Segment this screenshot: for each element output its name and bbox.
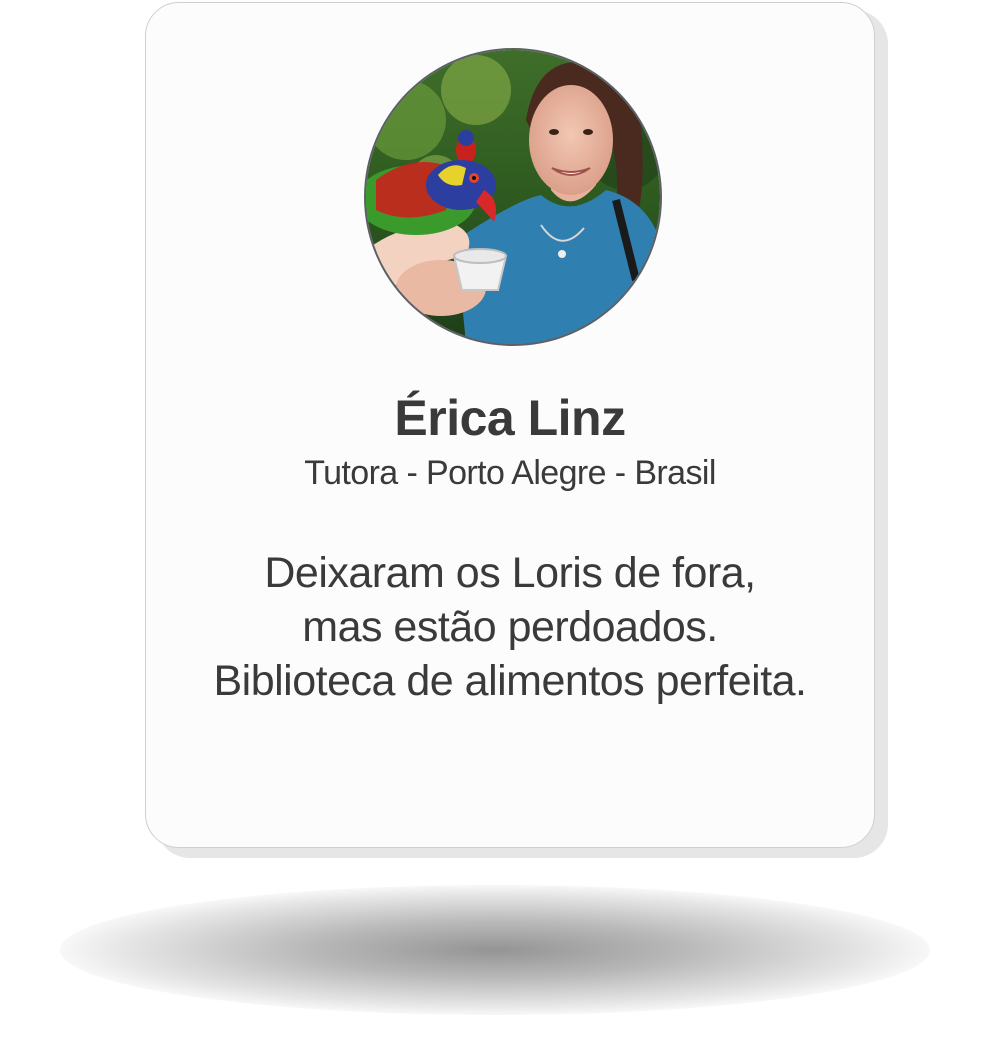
person-role: Tutora - Porto Alegre - Brasil <box>304 454 716 492</box>
quote-line: mas estão perdoados. <box>302 603 718 651</box>
person-name: Érica Linz <box>394 390 626 446</box>
avatar-photo <box>366 50 660 344</box>
quote-line: Biblioteca de alimentos perfeita. <box>213 657 807 705</box>
quote-line: Deixaram os Loris de fora, <box>264 549 756 597</box>
avatar <box>366 50 660 344</box>
testimonial-quote: Deixaram os Loris de fora, mas estão per… <box>145 546 875 708</box>
testimonial-stage: Érica Linz Tutora - Porto Alegre - Brasi… <box>0 0 991 1039</box>
floor-shadow <box>60 885 930 1015</box>
